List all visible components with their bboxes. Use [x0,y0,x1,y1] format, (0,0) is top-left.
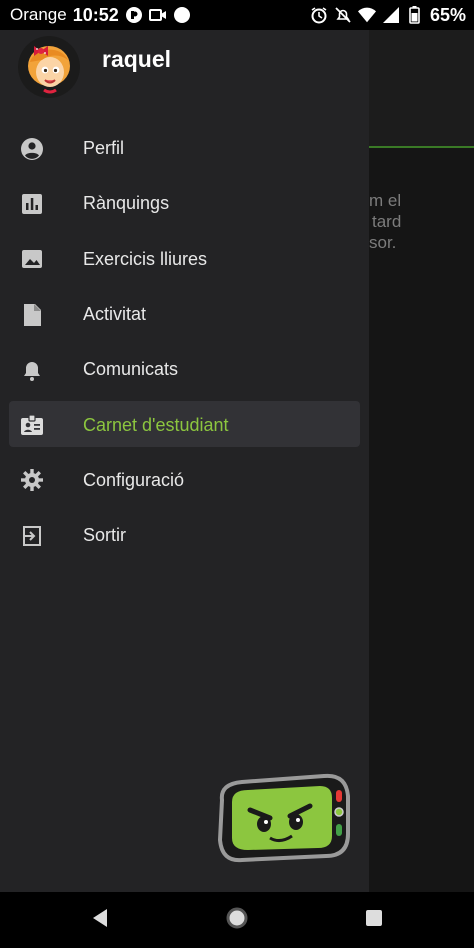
drawer-header: raquel [0,30,369,110]
whatsapp-icon [125,6,143,24]
clock: 10:52 [72,4,119,25]
menu-item-label: Exercicis lliures [83,248,208,269]
menu-item-exercicis-lliures[interactable]: Exercicis lliures [0,232,369,287]
menu-item-label: Sortir [83,525,127,546]
carrier-name: Orange [10,5,67,24]
drawer-menu: Perfil Rànquings Exercicis lliures Activ… [0,121,369,563]
battery-percent: 65% [429,4,466,25]
exit-icon [20,524,44,548]
image-icon [20,247,44,271]
menu-item-label: Rànquings [83,193,170,214]
circle-icon [173,6,191,24]
menu-item-activitat[interactable]: Activitat [0,287,369,342]
mute-icon [334,6,352,24]
bell-icon [20,358,44,382]
video-icon [148,6,167,24]
menu-item-sortir[interactable]: Sortir [0,508,369,563]
menu-item-perfil[interactable]: Perfil [0,121,369,176]
menu-item-label: Activitat [83,304,147,325]
username: raquel [102,46,172,72]
menu-item-comunicats[interactable]: Comunicats [0,342,369,397]
avatar[interactable] [18,36,80,98]
message-fragment: tard [372,212,402,231]
menu-item-label: Comunicats [83,359,179,380]
message-fragment: m el [369,191,402,210]
back-button[interactable] [70,892,130,948]
gear-icon [20,468,44,492]
id-badge-icon [20,413,44,437]
signal-icon [382,6,400,24]
menu-item-label: Configuració [83,469,185,490]
menu-item-configuracio[interactable]: Configuració [0,453,369,508]
status-bar: Orange 10:52 65% [0,0,474,30]
battery-icon [406,6,424,24]
document-icon [20,303,44,327]
menu-item-label: Carnet d'estudiant [83,414,229,435]
mascot-logo [212,770,352,866]
bar-chart-icon [20,192,44,216]
system-nav-bar [0,892,474,948]
menu-item-label: Perfil [83,138,125,159]
message-fragment: sor. [369,233,397,252]
home-button[interactable] [207,892,267,948]
account-circle-icon [20,137,44,161]
menu-item-carnet-estudiant[interactable]: Carnet d'estudiant [0,397,369,452]
menu-item-ranquings[interactable]: Rànquings [0,176,369,231]
home-icon [226,907,248,934]
navigation-drawer: raquel Perfil Rànquings Exercicis lliure… [0,30,369,892]
wifi-icon [357,6,376,24]
recents-button[interactable] [344,892,404,948]
recents-icon [365,909,383,932]
alarm-icon [310,6,328,24]
back-icon [91,908,109,933]
